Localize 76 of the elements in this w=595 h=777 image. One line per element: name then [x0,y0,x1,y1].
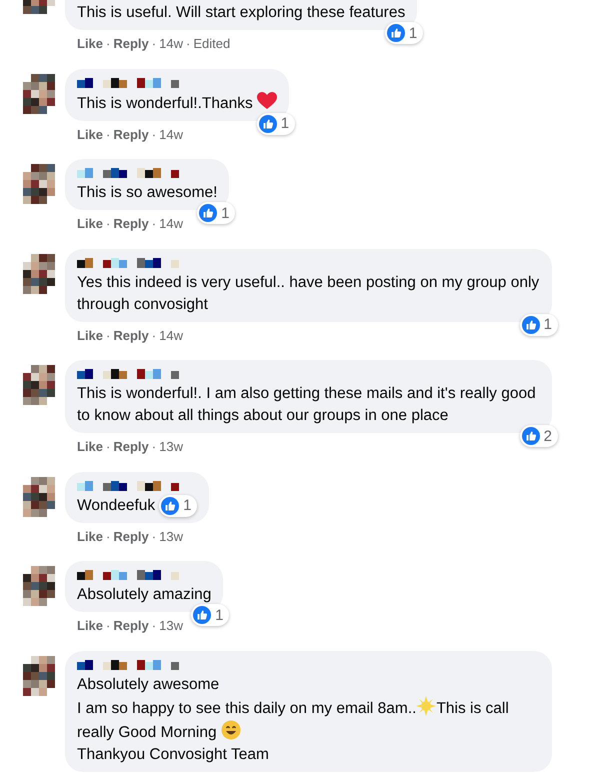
separator-dot: · [152,528,156,546]
separator-dot: · [152,326,156,344]
reply-link[interactable]: Reply [113,616,149,636]
edited-label: Edited [193,35,230,53]
reaction-count: 1 [183,498,192,513]
avatar[interactable] [23,254,55,294]
separator-dot: · [152,617,156,636]
thumbs-up-icon [199,204,218,222]
reaction-count: 1 [544,317,552,332]
reaction-count: 1 [408,26,418,40]
reply-link[interactable]: Reply [113,34,149,54]
timestamp: 13w [159,617,183,636]
reaction-badge[interactable]: 1 [520,314,558,336]
timestamp: 13w [159,438,183,456]
reaction-count: 1 [280,116,290,131]
timestamp: 14w [159,126,183,144]
reply-link[interactable]: Reply [113,124,149,144]
timestamp: 14w [159,326,183,344]
comment-text: Absolutely amazing [77,585,212,606]
reply-link[interactable]: Reply [113,326,149,345]
reaction-badge[interactable]: 1 [384,22,424,44]
avatar[interactable] [23,365,55,405]
separator-dot: · [152,438,156,456]
timestamp: 14w [159,35,183,53]
thumbs-up-icon [522,427,540,445]
like-link[interactable]: Like [77,526,104,546]
comment-text: Wondeefuk 1 [77,494,198,517]
reaction-badge[interactable]: 1 [197,202,236,224]
reaction-count: 1 [221,206,230,220]
reaction-count: 1 [215,608,224,623]
thumbs-up-icon [161,496,180,514]
heart-icon [257,92,278,110]
separator-dot: · [186,35,190,53]
separator-dot: · [152,35,156,53]
comment-text: This is so awesome! [77,183,218,203]
reaction-badge[interactable]: 1 [191,604,230,626]
like-link[interactable]: Like [77,616,104,636]
separator-dot: · [106,215,110,233]
thumbs-up-icon [386,24,405,42]
separator-dot: · [106,35,110,53]
timestamp: 14w [159,215,183,233]
avatar[interactable] [23,74,55,114]
like-link[interactable]: Like [77,326,104,345]
comment-text: Absolutely awesome I am so happy to see this daily on my email 8am.. This is call really Good Morning Thankyou Convosight Team [77,674,510,765]
grinning-face-icon [220,720,241,740]
comment-text: This is useful. Will start exploring these features [77,3,406,23]
separator-dot: · [106,438,110,456]
reply-link[interactable]: Reply [113,526,149,546]
reply-link[interactable]: Reply [113,437,149,456]
separator-dot: · [106,126,110,144]
sun-icon [416,696,436,716]
separator-dot: · [106,326,110,344]
separator-dot: · [152,126,156,144]
like-link[interactable]: Like [77,124,104,144]
separator-dot: · [106,617,110,636]
reaction-badge[interactable]: 1 [159,494,198,516]
separator-dot: · [106,528,110,546]
timestamp: 13w [159,528,183,546]
reply-link[interactable]: Reply [113,214,149,234]
like-link[interactable]: Like [77,34,104,54]
thumbs-up-icon [193,606,212,624]
like-link[interactable]: Like [77,437,104,456]
avatar[interactable] [23,164,55,204]
thumbs-up-icon [522,316,540,334]
like-link[interactable]: Like [77,214,104,234]
separator-dot: · [152,215,156,233]
avatar[interactable] [23,476,55,516]
thumbs-up-icon [258,114,277,132]
reaction-badge[interactable]: 2 [520,425,558,447]
avatar[interactable] [23,566,55,606]
reaction-badge[interactable]: 1 [256,112,296,134]
comment-text: Yes this indeed is very useful.. have been posting on my group only through convosight [77,272,540,314]
comment-text: This is wonderful!. I am also getting these mails and it's really good to know about all things about our groups in one place [77,384,537,426]
comment-text: This is wonderful!.Thanks [77,92,278,114]
avatar[interactable] [23,656,55,696]
reaction-count: 2 [544,428,552,444]
